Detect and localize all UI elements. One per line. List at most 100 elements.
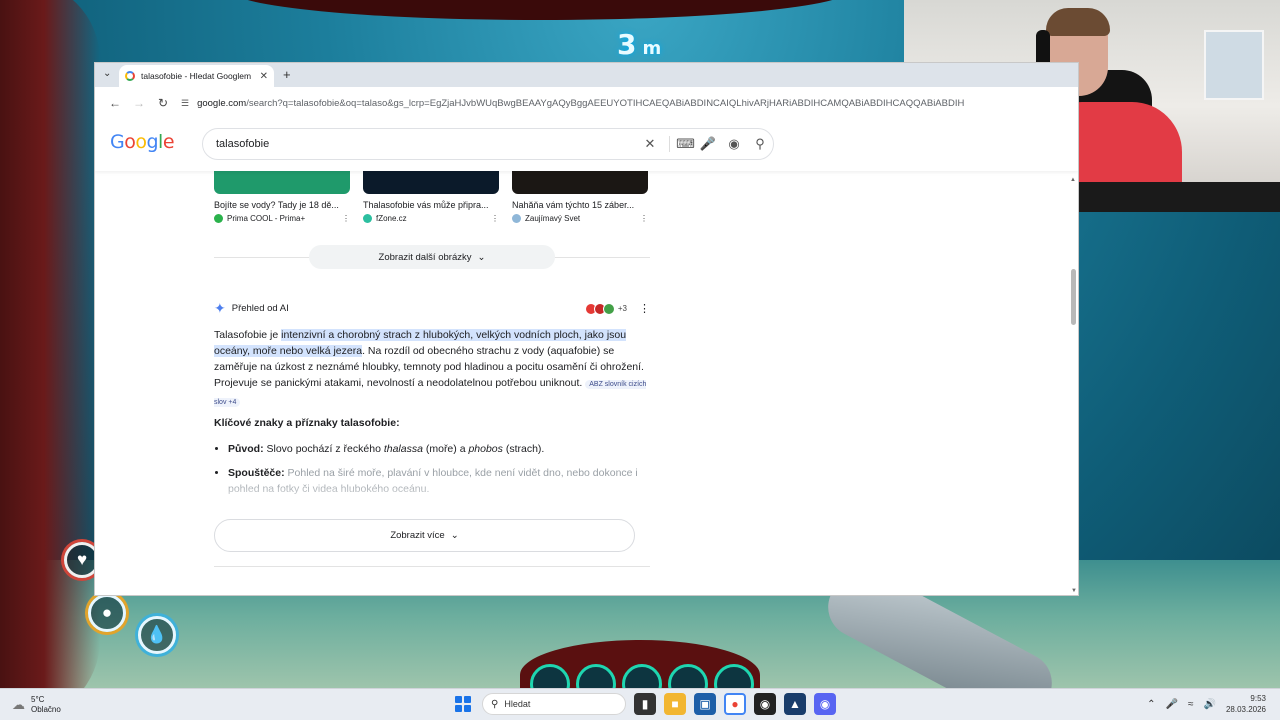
- avatar-more-count: +3: [617, 304, 627, 313]
- image-caption[interactable]: Nahăňa vám týchto 15 záber...: [512, 200, 648, 210]
- ai-overview-title: Přehled od AI: [231, 303, 289, 314]
- weather-widget[interactable]: ☁ 5°C Oblačno: [12, 695, 61, 715]
- quickslot[interactable]: [668, 664, 708, 688]
- ai-overview-body: Talasofobie je intenzivní a chorobný str…: [214, 327, 652, 411]
- source-favicon-icon: [512, 214, 521, 223]
- site-settings-icon[interactable]: ☰: [181, 98, 189, 109]
- reload-icon[interactable]: ↻: [151, 96, 175, 110]
- store-icon[interactable]: ▣: [694, 693, 716, 715]
- game-app-icon[interactable]: ▲: [784, 693, 806, 715]
- windows-start-icon[interactable]: [452, 693, 474, 715]
- image-result[interactable]: Bojíte se vody? Tady je 18 dě... Prima C…: [214, 168, 350, 223]
- image-source: fZone.cz ⋮: [363, 214, 499, 223]
- tab-close-icon[interactable]: ✕: [260, 71, 268, 82]
- search-header: Google talasofobie ✕ ⌨ 🎤 ◉ ⚲: [95, 119, 1078, 171]
- item-emphasis: thalassa: [383, 443, 423, 455]
- item-label: Původ:: [228, 443, 264, 455]
- ai-overview-header: ✦ Přehled od AI +3 ⋮: [214, 300, 650, 317]
- image-thumbnail[interactable]: [214, 168, 350, 194]
- item-text: (strach).: [502, 443, 545, 455]
- scroll-up-arrow-icon[interactable]: ▲: [1070, 177, 1076, 183]
- search-query[interactable]: talasofobie: [216, 138, 637, 150]
- clock-date: 28.03.2026: [1225, 705, 1266, 714]
- lens-camera-icon[interactable]: ◉: [721, 136, 747, 152]
- more-options-icon[interactable]: ⋮: [342, 214, 350, 223]
- weather-desc: Oblačno: [31, 705, 61, 714]
- image-thumbnail[interactable]: [363, 168, 499, 194]
- cockpit-frame-top: [230, 0, 850, 20]
- task-view-icon[interactable]: ▮: [634, 693, 656, 715]
- item-emphasis: phobos: [468, 443, 503, 455]
- quickslot[interactable]: [530, 664, 570, 688]
- logo-letter: G: [110, 131, 125, 153]
- scrollbar-thumb[interactable]: [1071, 269, 1076, 325]
- keyboard-icon[interactable]: ⌨: [669, 136, 695, 152]
- browser-window: ⌄ talasofobie - Hledat Googlem ✕ + ← → ↻…: [95, 63, 1078, 595]
- item-text: (moře) a: [422, 443, 469, 455]
- url-host: google.com: [197, 97, 247, 109]
- back-arrow-icon[interactable]: ←: [103, 96, 127, 110]
- volume-icon[interactable]: 🔊: [1204, 699, 1216, 710]
- image-caption[interactable]: Bojíte se vody? Tady je 18 dě...: [214, 200, 350, 210]
- tab-title: talasofobie - Hledat Googlem: [141, 71, 252, 81]
- image-thumbnail[interactable]: [512, 168, 648, 194]
- fade-overlay: [214, 481, 652, 511]
- file-explorer-icon[interactable]: ■: [664, 693, 686, 715]
- tab-list-chevron-icon[interactable]: ⌄: [103, 68, 111, 79]
- ai-subheading: Klíčové znaky a příznaky talasofobie:: [214, 417, 400, 429]
- quickslot[interactable]: [622, 664, 662, 688]
- discord-icon[interactable]: ◉: [814, 693, 836, 715]
- new-tab-plus-icon[interactable]: +: [283, 67, 291, 82]
- tab-active[interactable]: talasofobie - Hledat Googlem ✕: [119, 65, 274, 87]
- tray-chevron-up-icon[interactable]: ⌃: [1147, 699, 1155, 710]
- item-label: Spouštěče:: [228, 467, 285, 479]
- clock-time: 9:53: [1250, 694, 1266, 703]
- scroll-down-arrow-icon[interactable]: ▼: [1071, 588, 1077, 594]
- quickslot[interactable]: [576, 664, 616, 688]
- depth-unit: m: [642, 38, 662, 59]
- more-options-icon[interactable]: ⋮: [491, 214, 499, 223]
- google-logo[interactable]: Google: [110, 131, 175, 153]
- windows-taskbar: ☁ 5°C Oblačno ⚲ Hledat ▮ ■ ▣ ● ◉ ▲ ◉ ⌃ 🎤…: [0, 688, 1280, 720]
- show-more-images-label: Zobrazit další obrázky: [378, 251, 472, 263]
- forward-arrow-icon[interactable]: →: [127, 96, 151, 110]
- logo-letter: o: [135, 131, 147, 153]
- ai-sparkle-icon: ✦: [214, 300, 226, 316]
- chrome-icon[interactable]: ●: [724, 693, 746, 715]
- microphone-icon[interactable]: 🎤: [1166, 699, 1178, 710]
- image-source: Prima COOL - Prima+ ⋮: [214, 214, 350, 223]
- quickslot[interactable]: [714, 664, 754, 688]
- tab-strip: ⌄ talasofobie - Hledat Googlem ✕ +: [95, 63, 1078, 87]
- system-tray: ⌃ 🎤 ≈ 🔊 9:53 28.03.2026: [1147, 693, 1266, 715]
- source-avatars[interactable]: +3: [584, 302, 627, 315]
- image-results: Bojíte se vody? Tady je 18 dě... Prima C…: [214, 168, 648, 223]
- apple-icon: ●: [101, 603, 113, 622]
- quickslot-bar: [530, 664, 754, 688]
- more-options-icon[interactable]: ⋮: [639, 302, 650, 315]
- taskbar-search[interactable]: ⚲ Hledat: [482, 693, 626, 715]
- wifi-icon[interactable]: ≈: [1188, 699, 1194, 710]
- clock[interactable]: 9:53 28.03.2026: [1226, 693, 1266, 715]
- source-name: Prima COOL - Prima+: [227, 214, 306, 223]
- heart-icon: ♥: [76, 550, 88, 569]
- clear-icon[interactable]: ✕: [637, 136, 663, 152]
- show-more-button[interactable]: Zobrazit více ⌄: [214, 519, 635, 552]
- search-icon[interactable]: ⚲: [747, 136, 773, 152]
- image-result[interactable]: Thalasofobie vás může připra... fZone.cz…: [363, 168, 499, 223]
- browser-toolbar: ← → ↻ ☰ google.com/search?q=talasofobie&…: [95, 87, 1078, 119]
- search-icon: ⚲: [491, 698, 499, 710]
- search-input[interactable]: talasofobie ✕ ⌨ 🎤 ◉ ⚲: [202, 128, 774, 160]
- microphone-icon[interactable]: 🎤: [695, 136, 721, 152]
- obs-icon[interactable]: ◉: [754, 693, 776, 715]
- taskbar-apps: ⚲ Hledat ▮ ■ ▣ ● ◉ ▲ ◉: [452, 693, 836, 715]
- cockpit-frame-left: [0, 0, 100, 688]
- divider: [214, 566, 650, 567]
- image-caption[interactable]: Thalasofobie vás může připra...: [363, 200, 499, 210]
- image-source: Zaujímavý Svet ⋮: [512, 214, 648, 223]
- address-bar[interactable]: ☰ google.com/search?q=talasofobie&oq=tal…: [181, 92, 1078, 114]
- show-more-images-button[interactable]: Zobrazit další obrázky ⌄: [309, 245, 555, 269]
- more-options-icon[interactable]: ⋮: [640, 214, 648, 223]
- image-result[interactable]: Nahăňa vám týchto 15 záber... Zaujímavý …: [512, 168, 648, 223]
- source-name: Zaujímavý Svet: [525, 214, 581, 223]
- water-meter: 💧: [138, 616, 176, 654]
